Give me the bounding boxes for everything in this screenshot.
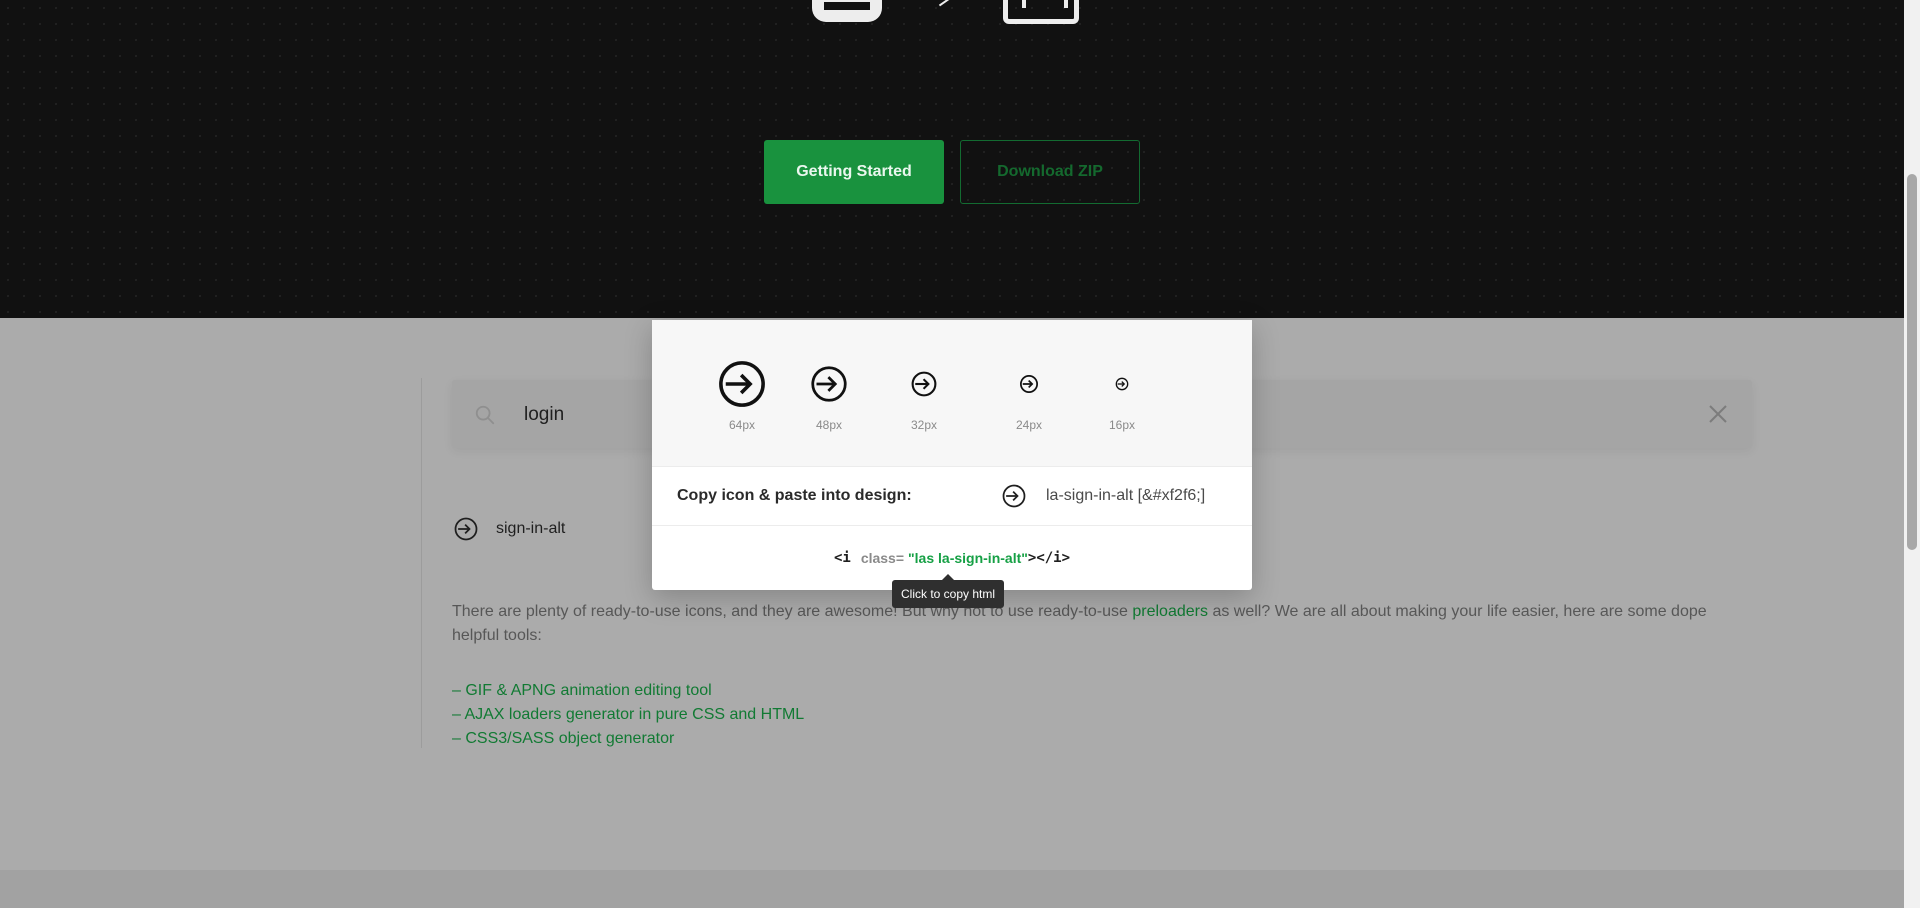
result-label: sign-in-alt: [496, 520, 566, 537]
copy-html-tooltip: Click to copy html: [892, 574, 1005, 608]
arrow-icon: [938, 0, 954, 7]
html-open-tag: <i: [833, 550, 851, 566]
icon-class-code[interactable]: la-sign-in-alt [&#xf2f6;]: [1046, 487, 1205, 505]
tools-list: – GIF & APNG animation editing tool – AJ…: [452, 679, 804, 751]
size-label-48: 48px: [815, 418, 843, 432]
para-text-before: There are plenty of ready-to-use icons, …: [452, 603, 1128, 620]
sign-in-alt-icon: [454, 517, 478, 541]
sign-in-alt-icon: [1020, 375, 1038, 393]
getting-started-button[interactable]: Getting Started: [764, 140, 944, 204]
page-scrollbar[interactable]: [1904, 0, 1920, 908]
tool-link-gif-apng[interactable]: – GIF & APNG animation editing tool: [452, 679, 804, 703]
sign-in-alt-icon: [719, 361, 765, 407]
copy-icon-label: Copy icon & paste into design:: [677, 487, 912, 504]
size-preview-row: 64px 48px 32px 24px 16px: [652, 320, 1252, 467]
footer-band: [0, 870, 1904, 908]
download-zip-button[interactable]: Download ZIP: [960, 140, 1140, 204]
result-item-sign-in-alt[interactable]: sign-in-alt: [452, 513, 565, 545]
close-icon[interactable]: [1706, 402, 1730, 426]
icon-detail-popup: 64px 48px 32px 24px 16px Copy icon & pas…: [652, 320, 1252, 608]
van-icon: [1003, 0, 1079, 24]
size-label-16: 16px: [1108, 418, 1136, 432]
sign-in-alt-icon: [911, 371, 937, 397]
tool-link-ajax-loaders[interactable]: – AJAX loaders generator in pure CSS and…: [452, 703, 804, 727]
car-icon: [812, 0, 882, 22]
size-label-64: 64px: [728, 418, 756, 432]
info-paragraph: There are plenty of ready-to-use icons, …: [452, 600, 1752, 648]
hero-illustration: [800, 0, 1100, 28]
size-label-24: 24px: [1015, 418, 1043, 432]
size-label-32: 32px: [910, 418, 938, 432]
html-attr-value: "las la-sign-in-alt": [908, 550, 1028, 566]
html-attr-name: class=: [860, 550, 905, 566]
hero-section: Getting Started Download ZIP: [0, 0, 1904, 318]
html-close-tag: ></i>: [1027, 550, 1071, 566]
sign-in-alt-icon[interactable]: [1000, 482, 1028, 510]
tool-link-css3-sass[interactable]: – CSS3/SASS object generator: [452, 727, 804, 751]
search-icon: [475, 405, 495, 425]
copy-icon-row: Copy icon & paste into design: la-sign-i…: [652, 467, 1252, 526]
preloaders-link[interactable]: preloaders: [1132, 603, 1208, 620]
sign-in-alt-icon: [1115, 377, 1129, 391]
sign-in-alt-icon: [811, 366, 847, 402]
content-divider: [421, 378, 422, 748]
scrollbar-thumb[interactable]: [1907, 174, 1917, 550]
